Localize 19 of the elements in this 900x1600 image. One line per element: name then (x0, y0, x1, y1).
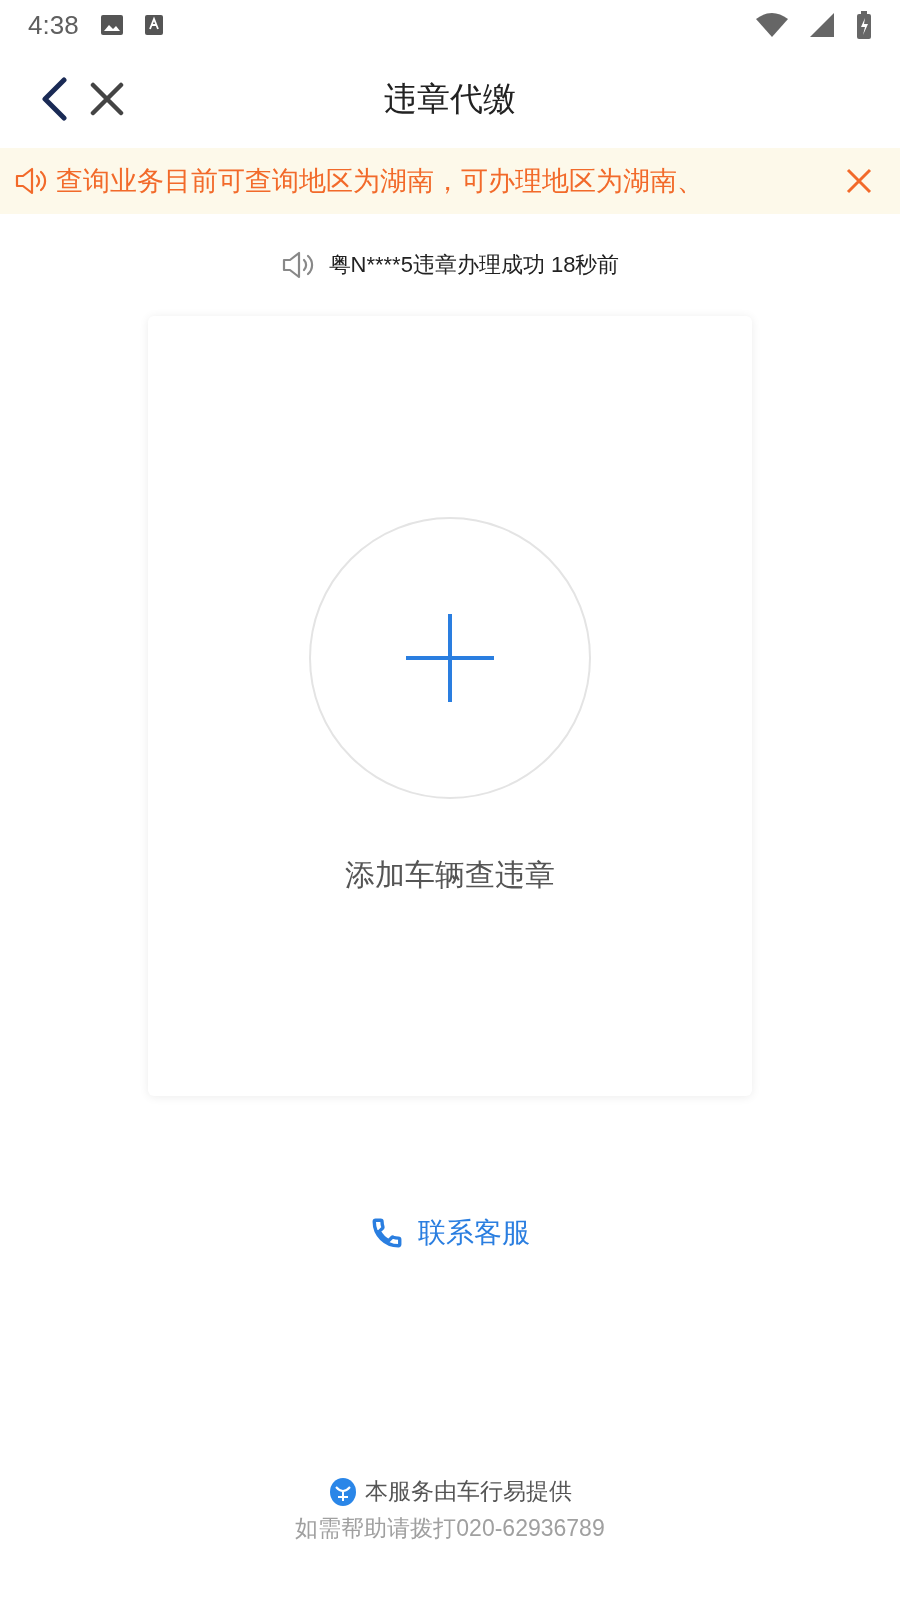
logo-icon (328, 1476, 357, 1507)
contact-service-link[interactable]: 联系客服 (370, 1214, 530, 1252)
status-time: 4:38 (28, 9, 79, 41)
back-button[interactable] (40, 77, 68, 121)
provider-text: 本服务由车行易提供 (364, 1477, 572, 1506)
text-icon (144, 15, 163, 35)
help-text: 如需帮助请拨打020-62936789 (295, 1514, 605, 1543)
page-title: 违章代缴 (384, 79, 516, 117)
image-icon (100, 15, 123, 35)
close-button[interactable] (90, 82, 124, 116)
wifi-icon (756, 13, 788, 37)
plus-icon (309, 516, 591, 799)
add-vehicle-card[interactable]: 添加车辆查违章 (148, 316, 752, 1096)
battery-icon (856, 11, 872, 39)
notice-text: 查询业务目前可查询地区为湖南，可办理地区为湖南、 (56, 165, 705, 198)
signal-icon (810, 13, 834, 37)
add-vehicle-label: 添加车辆查违章 (345, 856, 555, 893)
ticker-text: 粤N****5违章办理成功 18秒前 (328, 251, 620, 279)
phone-icon (370, 1216, 404, 1250)
